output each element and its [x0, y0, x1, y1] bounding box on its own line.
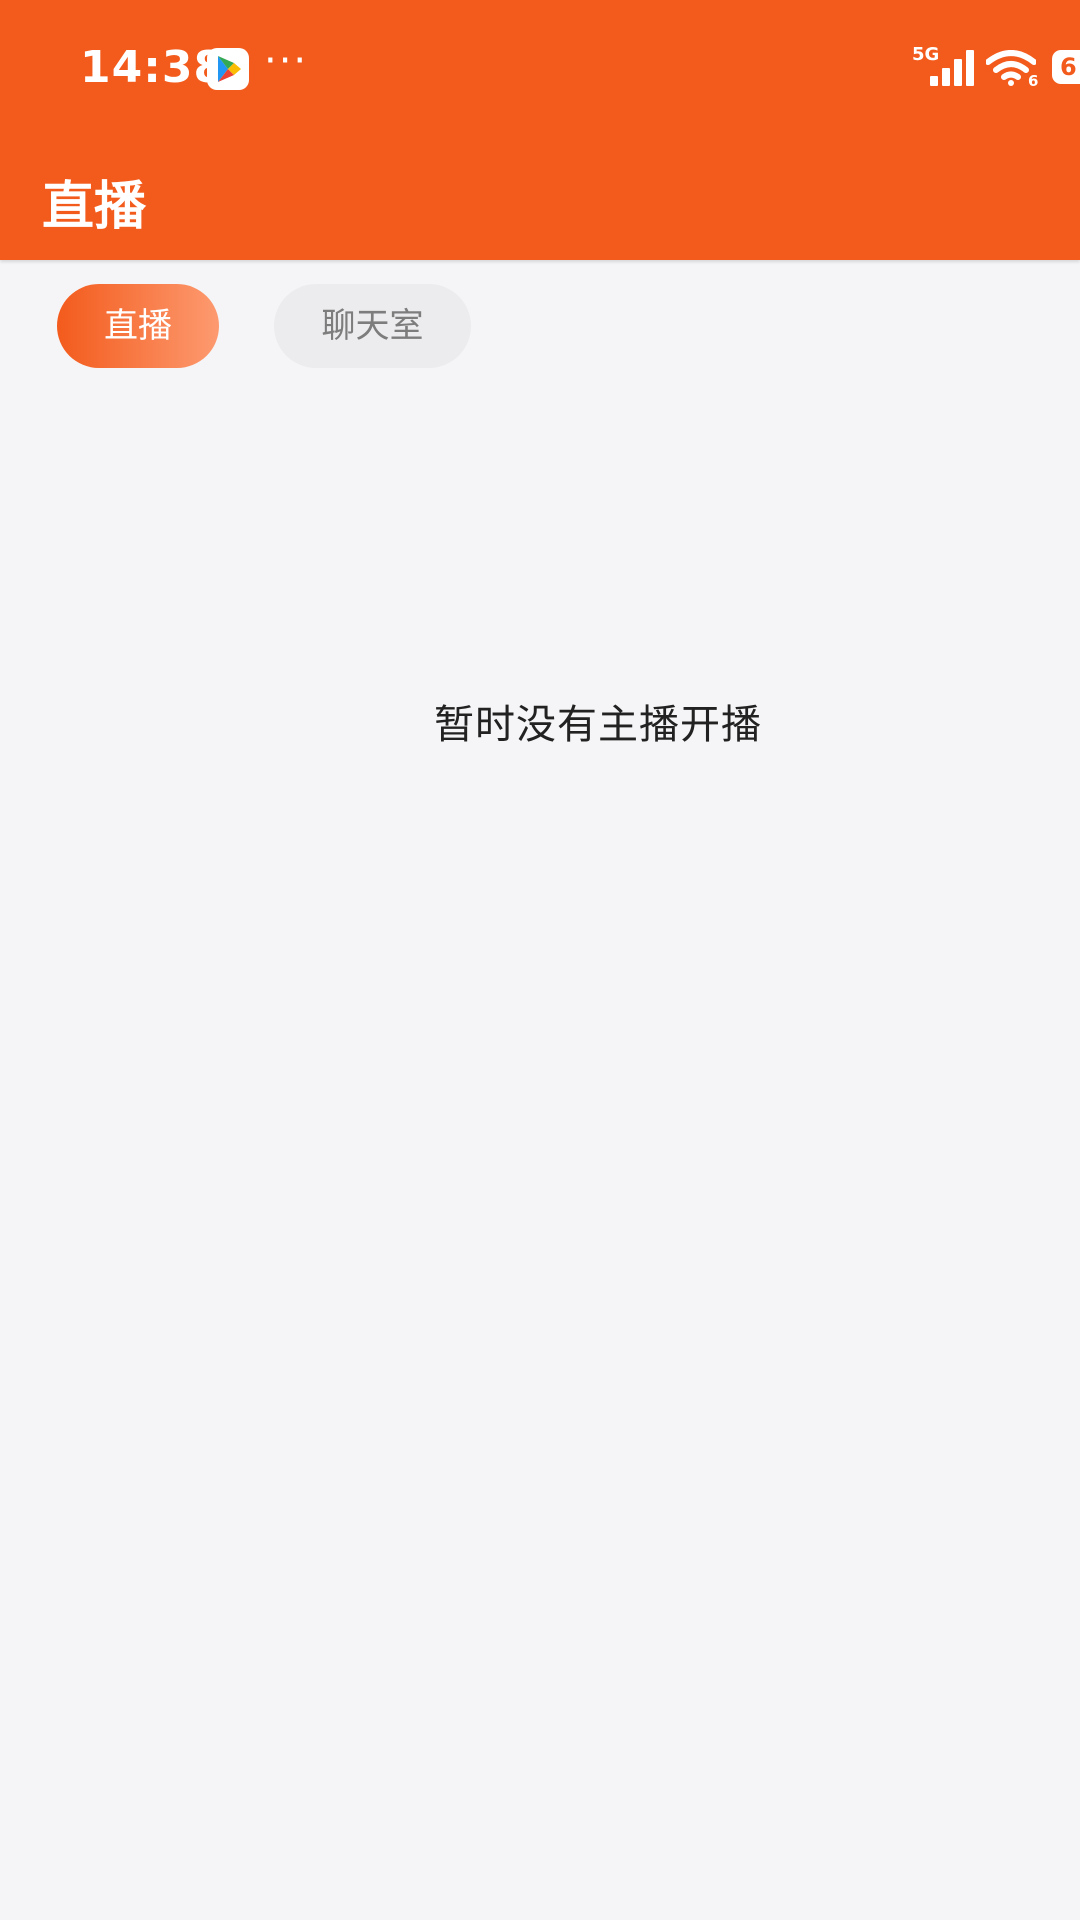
screen: 14:38 ··· 5G 6 6 直播 直播 聊天室 暂时没有主播开播 — [0, 0, 1080, 1920]
tab-live[interactable]: 直播 — [57, 284, 219, 368]
more-notifications-icon: ··· — [264, 38, 309, 84]
tab-chat-room[interactable]: 聊天室 — [274, 284, 471, 368]
play-store-icon — [207, 48, 249, 90]
empty-state-message: 暂时没有主播开播 — [434, 702, 762, 748]
cellular-signal-icon — [928, 50, 978, 90]
app-header: 14:38 ··· 5G 6 6 直播 — [0, 0, 1080, 260]
wifi-level-label: 6 — [1028, 72, 1039, 90]
battery-icon: 6 — [1052, 50, 1080, 84]
status-time: 14:38 — [80, 42, 226, 93]
page-title: 直播 — [42, 177, 147, 237]
